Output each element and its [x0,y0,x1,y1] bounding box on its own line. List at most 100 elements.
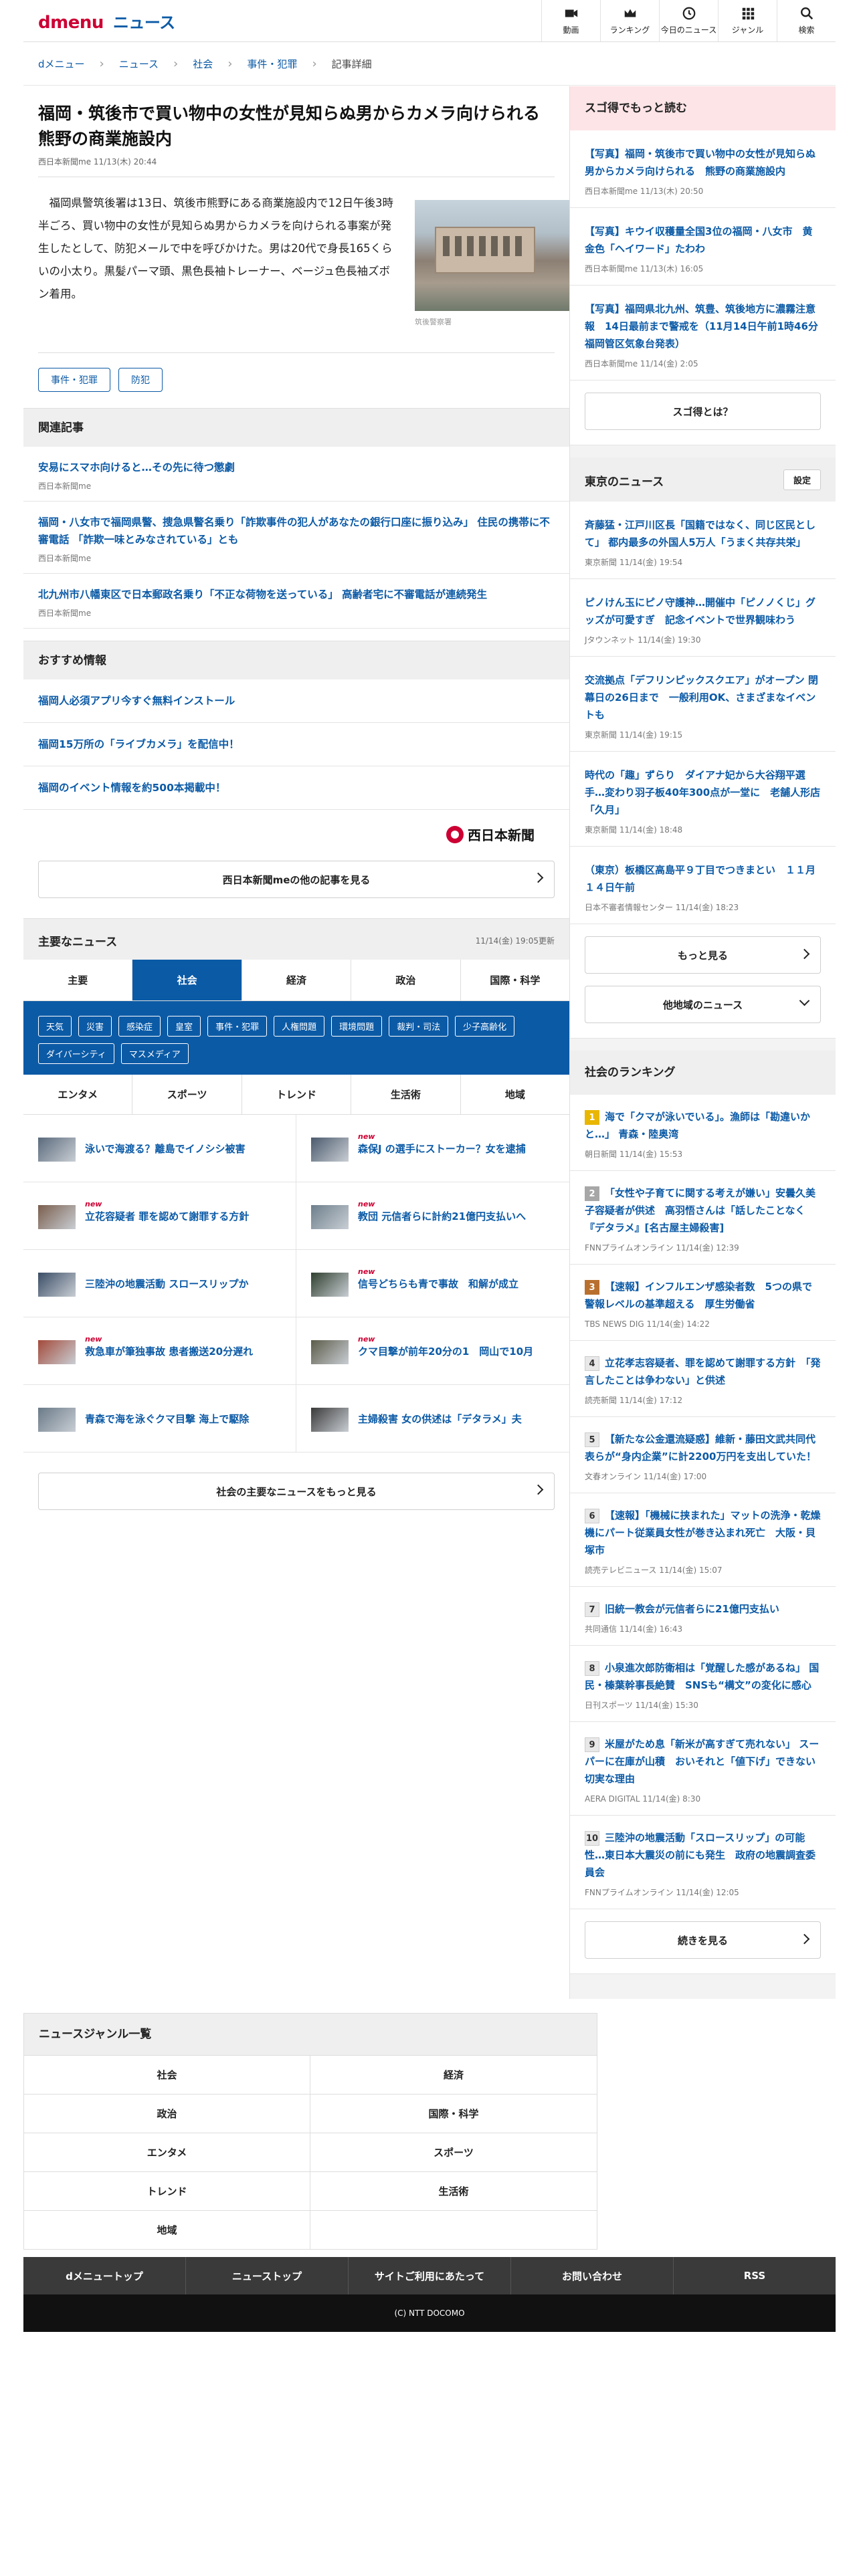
recommend-item[interactable]: 福岡人必須アプリ今すぐ無料インストール [23,679,569,723]
tab-economy[interactable]: 経済 [242,960,352,1000]
ranking-item[interactable]: 4 立花孝志容疑者、罪を認めて謝罪する方針 「発言したことは争わない」と供述 読売新… [570,1341,836,1417]
ranking-item[interactable]: 1 海で「クマが泳いでいる」。漁師は「勘違いか と…」 青森・陸奥湾 朝日新聞 11… [570,1095,836,1171]
publisher-logo[interactable]: 西日本新聞 [446,825,535,844]
side-news-item[interactable]: 斉藤猛・江戸川区長「国籍ではなく、同じ区民として」 都内最多の外国人5万人「うま… [570,502,836,579]
side-news-title: 【写真】福岡・筑後市で買い物中の女性が見知らぬ男からカメラ向けられる 熊野の商業… [585,148,816,177]
genre-link[interactable]: エンタメ [24,2133,310,2171]
genre-link[interactable]: 生活術 [310,2171,597,2210]
tab-region[interactable]: 地域 [461,1075,569,1114]
article-text: 福岡県警筑後署は13日、筑後市熊野にある商業施設内で12日午後3時半ごろ、買い物… [38,197,393,300]
breadcrumb-crime[interactable]: 事件・犯罪 [247,57,297,71]
side-news-item[interactable]: 【写真】福岡・筑後市で買い物中の女性が見知らぬ男からカメラ向けられる 熊野の商業… [570,130,836,208]
other-region-button[interactable]: 他地域のニュース [585,986,821,1023]
side-news-item[interactable]: 交流拠点「デフリンピックスクエア」がオープン 閉幕日の26日まで 一般利用OK、… [570,657,836,752]
recommend-item[interactable]: 福岡のイベント情報を約500本掲載中！ [23,766,569,810]
tab-trend[interactable]: トレンド [242,1075,352,1114]
tab-sports[interactable]: スポーツ [132,1075,242,1114]
tab-society[interactable]: 社会 [132,960,242,1000]
footer-rss[interactable]: RSS [674,2257,836,2294]
subcategory-chip[interactable]: 少子高齢化 [455,1016,515,1037]
subcategory-chip[interactable]: マスメディア [120,1043,189,1064]
ranking-item[interactable]: 3 【速報】インフルエンザ感染者数 5つの県で警報レベルの基準超える 厚生労働省 T… [570,1265,836,1341]
footer-terms[interactable]: サイトご利用にあたって [349,2257,511,2294]
ranking-more-button[interactable]: 続きを見る [585,1921,821,1959]
news-item[interactable]: new 立花容疑者 罪を認めて謝罪する方針 [23,1182,296,1250]
tag-crime-prevention[interactable]: 防犯 [118,368,163,392]
subcategory-chip[interactable]: 皇室 [167,1016,201,1037]
subcategory-chip[interactable]: 環境問題 [331,1016,383,1037]
footer-contact[interactable]: お問い合わせ [511,2257,674,2294]
sugotoku-about-button[interactable]: スゴ得とは？ [585,393,821,430]
genre-link[interactable]: 政治 [24,2094,310,2133]
ranking-item[interactable]: 10 三陸沖の地震活動「スロースリップ」の可能性…東日本大震災の前にも発生 政府の… [570,1816,836,1909]
breadcrumb-news[interactable]: ニュース [119,57,159,71]
subcategory-chip[interactable]: 事件・犯罪 [207,1016,268,1037]
footer-news-top[interactable]: ニューストップ [186,2257,349,2294]
news-item[interactable]: new 信号どちらも青で事故 和解が成立 [296,1250,569,1317]
genre-link[interactable]: 地域 [24,2210,310,2249]
tab-main[interactable]: 主要 [23,960,133,1000]
ranking-item[interactable]: 6 【速報】「機械に挟まれた」マットの洗浄・乾燥機にパート従業員女性が巻き込まれ死… [570,1493,836,1587]
ranking-item[interactable]: 9 米屋がため息「新米が高すぎて売れない」 スーパーに在庫が山積 おいそれと「値下… [570,1722,836,1816]
genre-link[interactable]: トレンド [24,2171,310,2210]
tag-crime[interactable]: 事件・犯罪 [38,368,110,392]
related-item[interactable]: 福岡・八女市で福岡県警、捜急県警名乗り「詐欺事件の犯人があなたの銀行口座に振り込… [23,502,569,574]
side-news-item[interactable]: 【写真】福岡県北九州、筑豊、筑後地方に濃霧注意報 14日最前まで警戒を（11月1… [570,286,836,381]
sugotoku-button-wrap: スゴ得とは？ [570,381,836,445]
news-item[interactable]: new クマ目撃が前年20分の1 岡山で10月 [296,1317,569,1385]
ranking-source: FNNプライムオンライン 11/14(金) 12:05 [585,1888,739,1897]
side-news-item[interactable]: ピノけん玉にピノ守護神…開催中「ピノノくじ」グッズが可愛すぎ 記念イベントで世界… [570,579,836,657]
genre-link[interactable]: 経済 [310,2055,597,2094]
nav-today[interactable]: 今日のニュース [659,0,718,41]
news-item[interactable]: new 森保J の選手にストーカー？女を逮捕 [296,1115,569,1182]
news-item[interactable]: new 救急車が筆独事故 患者搬送20分遅れ [23,1317,296,1385]
ranking-item[interactable]: 8 小泉進次郎防衛相は「覚醒した感があるね」 国民・榛葉幹事長絶賛 SNSも“構文… [570,1646,836,1722]
side-news-item[interactable]: 【写真】キウイ収穫量全国3位の福岡・八女市 黄金色「ヘイワード」たわわ 西日本新聞… [570,208,836,286]
nav-genre[interactable]: ジャンル [718,0,777,41]
tab-politics[interactable]: 政治 [351,960,461,1000]
related-item[interactable]: 北九州市八幡東区で日本郵政名乗り「不正な荷物を送っている」 高齢者宅に不審電話が… [23,574,569,629]
nav-video-label: 動画 [563,25,579,35]
dmenu-logo[interactable]: dmenu ニュース [38,9,175,33]
ranking-item[interactable]: 5 【新たな公金還流疑惑】維新・藤田文武共同代表らが“身内企業”に計2200万円を… [570,1417,836,1493]
news-item[interactable]: 主婦殺害 女の供述は「デタラメ」夫 [296,1385,569,1453]
news-thumbnail [311,1273,349,1297]
ranking-item[interactable]: 2 「女性や子育てに関する考えが嫌い」安曇久美子容疑者が供述 高羽悟さんは「話した… [570,1171,836,1265]
article-image[interactable] [415,200,569,311]
nav-video[interactable]: 動画 [541,0,600,41]
tab-entertainment[interactable]: エンタメ [23,1075,133,1114]
recommend-item[interactable]: 福岡15万所の「ライブカメラ」を配信中！ [23,723,569,766]
ranking-title-row: 1 海で「クマが泳いでいる」。漁師は「勘違いか と…」 青森・陸奥湾 [585,1108,821,1143]
side-news-item[interactable]: （東京）板橋区高島平９丁目でつきまとい １１月１４日午前 日本不審者情報センター … [570,847,836,924]
clock-icon [682,7,695,20]
news-item[interactable]: 青森で海を泳ぐクマ目撃 海上で駆除 [23,1385,296,1453]
subcategory-chip[interactable]: 災害 [78,1016,112,1037]
subcategory-chip[interactable]: 感染症 [118,1016,161,1037]
subcategory-chip[interactable]: 天気 [38,1016,72,1037]
genre-link[interactable]: 社会 [24,2055,310,2094]
subcategory-chip[interactable]: ダイバーシティ [38,1043,114,1064]
footer-dmenu-top[interactable]: dメニュートップ [23,2257,186,2294]
subcategory-chip[interactable]: 人権問題 [274,1016,325,1037]
side-news-item[interactable]: 時代の「趣」ずらり ダイアナ妃から大谷翔平選手…変わり羽子板40年300点が一堂… [570,752,836,847]
tokyo-heading: 東京のニュース [585,475,664,489]
society-more-button[interactable]: 社会の主要なニュースをもっと見る [38,1473,555,1510]
nav-ranking[interactable]: ランキング [600,0,659,41]
tab-international[interactable]: 国際・科学 [460,960,570,1000]
tab-lifestyle[interactable]: 生活術 [351,1075,461,1114]
genre-link[interactable]: スポーツ [310,2133,597,2171]
related-item[interactable]: 安易にスマホ向けると…その先に待つ懲劇 西日本新聞me [23,447,569,502]
region-settings-button[interactable]: 設定 [783,469,821,490]
footer-nav: dメニュートップ ニューストップ サイトご利用にあたって お問い合わせ RSS [23,2257,836,2294]
breadcrumb-society[interactable]: 社会 [193,57,213,71]
publisher-more-button[interactable]: 西日本新聞meの他の記事を見る [38,861,555,898]
news-item[interactable]: new 教団 元信者らに計約21億円支払いへ [296,1182,569,1250]
ranking-item[interactable]: 7 旧統一教会が元信者らに21億円支払い 共同通信 11/14(金) 16:43 [570,1587,836,1646]
genre-link[interactable]: 国際・科学 [310,2094,597,2133]
subcategory-chip[interactable]: 裁判・司法 [389,1016,449,1037]
news-item[interactable]: 三陸沖の地震活動 スロースリップか [23,1250,296,1317]
tokyo-more-button[interactable]: もっと見る [585,936,821,974]
breadcrumb-dmenu[interactable]: dメニュー [38,57,85,71]
nav-search[interactable]: 検索 [777,0,836,41]
news-item[interactable]: 泳いで海渡る？離島でイノシシ被害 [23,1115,296,1182]
